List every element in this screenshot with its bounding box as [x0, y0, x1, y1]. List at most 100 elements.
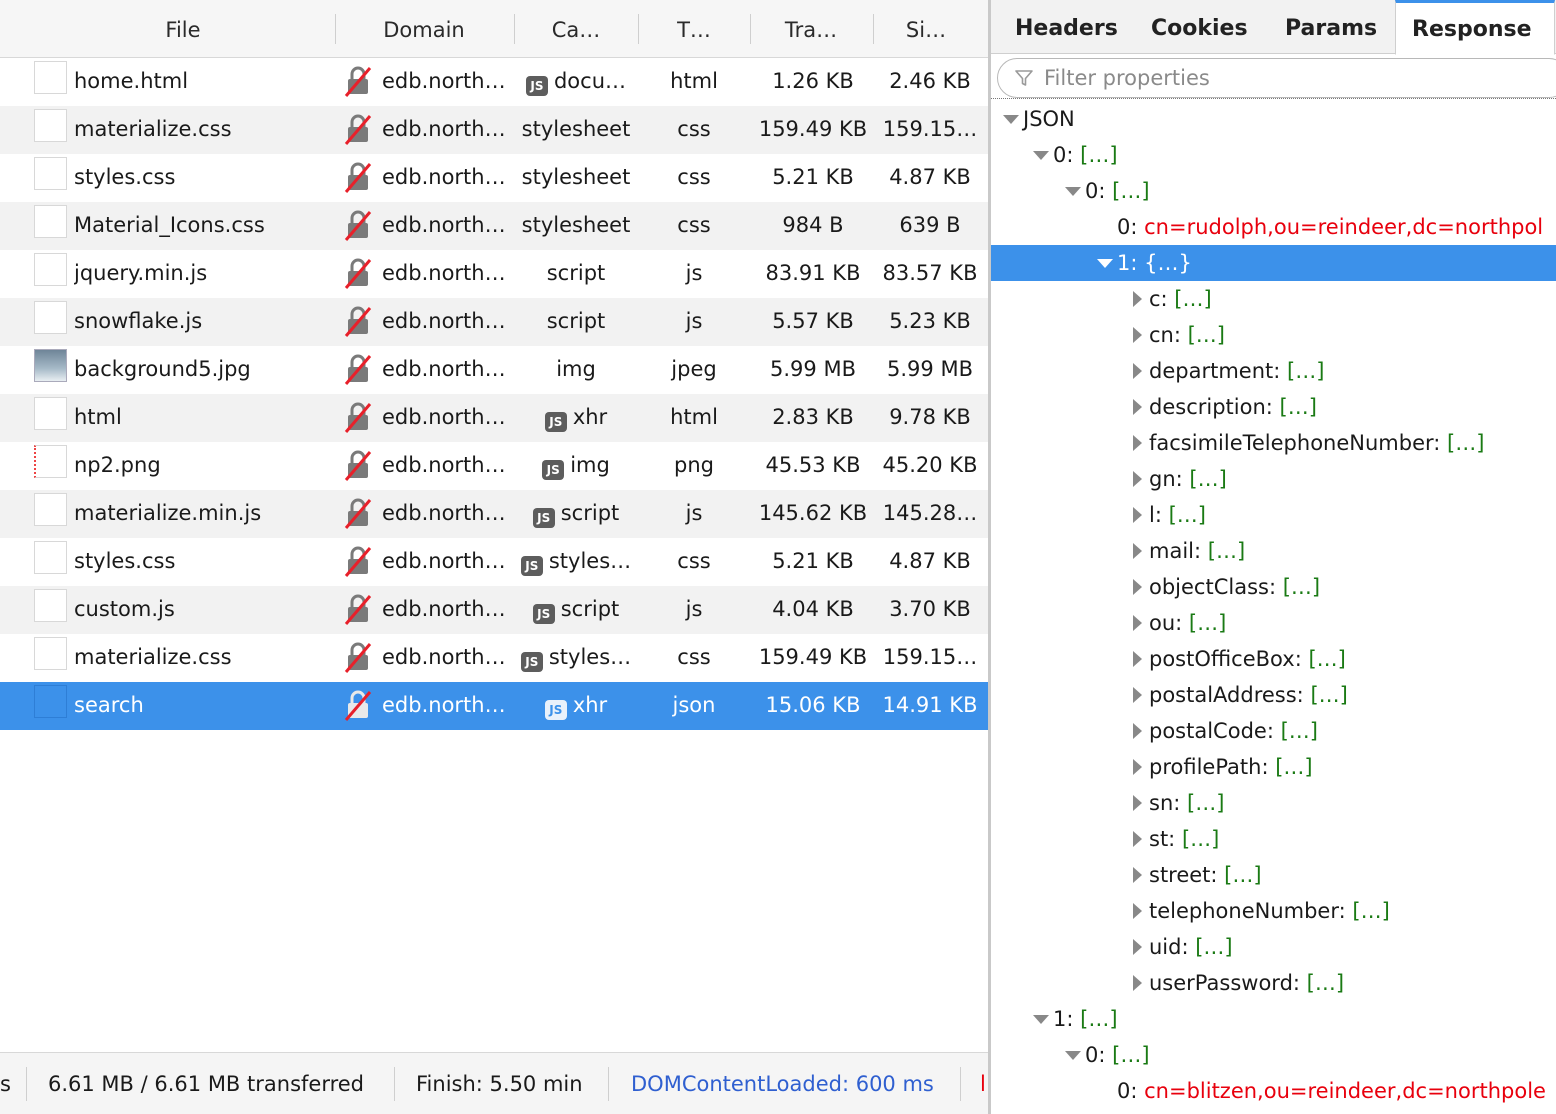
tab-cookies[interactable]: Cookies — [1151, 0, 1248, 54]
collapsed-twisty-icon[interactable] — [1129, 641, 1145, 677]
json-tree-node[interactable]: uid: […] — [991, 929, 1556, 965]
json-tree-node[interactable]: userPassword: […] — [991, 965, 1556, 1001]
request-row[interactable]: home.html edb.north… JS docu… html 1.26 KB 2.4… — [0, 58, 988, 106]
json-tree-node[interactable]: 1: […] — [991, 1001, 1556, 1037]
json-node-label: 1: {…} — [1117, 245, 1192, 281]
collapsed-twisty-icon[interactable] — [1129, 965, 1145, 1001]
json-tree-node[interactable]: st: […] — [991, 821, 1556, 857]
json-tree-node[interactable]: 0: cn=blitzen,ou=reindeer,dc=northpole — [991, 1073, 1556, 1109]
request-cause-text: xhr — [572, 693, 608, 717]
request-row[interactable]: materialize.css edb.north… JS styles… css 159… — [0, 634, 988, 682]
js-badge-icon: JS — [532, 604, 555, 624]
expanded-twisty-icon[interactable] — [1097, 245, 1113, 281]
column-header-size[interactable]: Si… — [876, 0, 976, 58]
json-tree-node[interactable]: street: […] — [991, 857, 1556, 893]
collapsed-twisty-icon[interactable] — [1129, 677, 1145, 713]
request-row[interactable]: jquery.min.js edb.north… script js 83.91 KB 8… — [0, 250, 988, 298]
column-header-file[interactable]: File — [34, 0, 332, 58]
collapsed-twisty-icon[interactable] — [1129, 929, 1145, 965]
tab-response[interactable]: Response — [1395, 0, 1555, 55]
expanded-twisty-icon[interactable] — [1033, 137, 1049, 173]
expanded-twisty-icon[interactable] — [1003, 101, 1019, 137]
json-tree-node[interactable]: telephoneNumber: […] — [991, 893, 1556, 929]
js-badge-icon: JS — [542, 460, 565, 480]
json-tree-node[interactable]: postOfficeBox: […] — [991, 641, 1556, 677]
column-divider[interactable] — [335, 14, 336, 44]
json-tree-node[interactable]: c: […] — [991, 281, 1556, 317]
json-tree-node[interactable]: 0: […] — [991, 137, 1556, 173]
collapsed-twisty-icon[interactable] — [1129, 893, 1145, 929]
collapsed-twisty-icon[interactable] — [1129, 569, 1145, 605]
json-tree-node[interactable]: profilePath: […] — [991, 749, 1556, 785]
column-divider[interactable] — [873, 14, 874, 44]
column-header-transferred[interactable]: Tra… — [752, 0, 870, 58]
tab-params[interactable]: Params — [1285, 0, 1377, 54]
column-divider[interactable] — [514, 14, 515, 44]
collapsed-twisty-icon[interactable] — [1129, 821, 1145, 857]
collapsed-twisty-icon[interactable] — [1129, 425, 1145, 461]
json-node-label: description: […] — [1149, 389, 1317, 425]
json-tree-node[interactable]: gn: […] — [991, 461, 1556, 497]
column-divider[interactable] — [750, 14, 751, 44]
request-domain: edb.north… — [382, 405, 506, 429]
json-tree-node[interactable]: mail: […] — [991, 533, 1556, 569]
json-tree-node[interactable]: objectClass: […] — [991, 569, 1556, 605]
collapsed-twisty-icon[interactable] — [1129, 461, 1145, 497]
json-tree-node[interactable]: sn: […] — [991, 785, 1556, 821]
json-tree-node[interactable]: ou: […] — [991, 605, 1556, 641]
request-row[interactable]: materialize.min.js edb.north… JS script js 14… — [0, 490, 988, 538]
json-value: […] — [1112, 1043, 1150, 1067]
column-header-domain[interactable]: Domain — [338, 0, 510, 58]
collapsed-twisty-icon[interactable] — [1129, 785, 1145, 821]
collapsed-twisty-icon[interactable] — [1129, 533, 1145, 569]
request-cause: stylesheet — [514, 106, 638, 154]
collapsed-twisty-icon[interactable] — [1129, 857, 1145, 893]
json-tree-node[interactable]: JSON — [991, 101, 1556, 137]
json-value: […] — [1181, 827, 1220, 851]
json-tree-node[interactable]: 0: […] — [991, 173, 1556, 209]
collapsed-twisty-icon[interactable] — [1129, 605, 1145, 641]
json-tree-node[interactable]: cn: […] — [991, 317, 1556, 353]
collapsed-twisty-icon[interactable] — [1129, 353, 1145, 389]
request-row[interactable]: html edb.north… JS xhr html 2.83 KB 9.78 KB — [0, 394, 988, 442]
collapsed-twisty-icon[interactable] — [1129, 749, 1145, 785]
expanded-twisty-icon[interactable] — [1065, 1037, 1081, 1073]
json-tree-node[interactable]: 0: […] — [991, 1037, 1556, 1073]
json-tree-node[interactable]: postalAddress: […] — [991, 677, 1556, 713]
request-row[interactable]: styles.css edb.north… JS styles… css 5.21 KB 4… — [0, 538, 988, 586]
collapsed-twisty-icon[interactable] — [1129, 281, 1145, 317]
json-tree-node[interactable]: department: […] — [991, 353, 1556, 389]
request-row[interactable]: custom.js edb.north… JS script js 4.04 KB 3.70… — [0, 586, 988, 634]
json-tree-node[interactable]: description: […] — [991, 389, 1556, 425]
request-row[interactable]: background5.jpg edb.north… img jpeg 5.99 MB 5… — [0, 346, 988, 394]
json-tree-node[interactable]: postalCode: […] — [991, 713, 1556, 749]
request-type: css — [677, 213, 711, 237]
expanded-twisty-icon[interactable] — [1033, 1001, 1049, 1037]
column-divider[interactable] — [638, 14, 639, 44]
json-tree-node[interactable]: l: […] — [991, 497, 1556, 533]
column-header-cause[interactable]: Ca… — [516, 0, 636, 58]
collapsed-twisty-icon[interactable] — [1129, 497, 1145, 533]
collapsed-twisty-icon[interactable] — [1129, 713, 1145, 749]
request-row[interactable]: materialize.css edb.north… stylesheet css 15… — [0, 106, 988, 154]
collapsed-twisty-icon[interactable] — [1129, 389, 1145, 425]
request-row[interactable]: np2.png edb.north… JS img png 45.53 KB 45.20 K… — [0, 442, 988, 490]
request-row[interactable]: styles.css edb.north… stylesheet css 5.21 KB… — [0, 154, 988, 202]
expanded-twisty-icon[interactable] — [1065, 173, 1081, 209]
request-size: 5.99 MB — [887, 357, 973, 381]
json-tree-node[interactable]: 0: cn=rudolph,ou=reindeer,dc=northpol — [991, 209, 1556, 245]
request-row[interactable]: snowflake.js edb.north… script js 5.57 KB 5.2… — [0, 298, 988, 346]
request-type: js — [685, 309, 703, 333]
json-node-label: postalAddress: […] — [1149, 677, 1348, 713]
column-header-type[interactable]: T… — [640, 0, 748, 58]
request-row[interactable]: Material_Icons.css edb.north… stylesheet cs… — [0, 202, 988, 250]
filter-properties-input[interactable]: Filter properties — [997, 58, 1556, 98]
request-row[interactable]: search edb.north… JS xhr json 15.06 KB 14.91 K… — [0, 682, 988, 730]
tab-headers[interactable]: Headers — [1015, 0, 1118, 54]
file-thumbnail — [34, 205, 67, 238]
json-tree-node[interactable]: 1: {…} — [991, 245, 1556, 281]
request-cause-text: img — [570, 453, 610, 477]
status-requests-count: s — [0, 1072, 11, 1096]
collapsed-twisty-icon[interactable] — [1129, 317, 1145, 353]
json-tree-node[interactable]: facsimileTelephoneNumber: […] — [991, 425, 1556, 461]
